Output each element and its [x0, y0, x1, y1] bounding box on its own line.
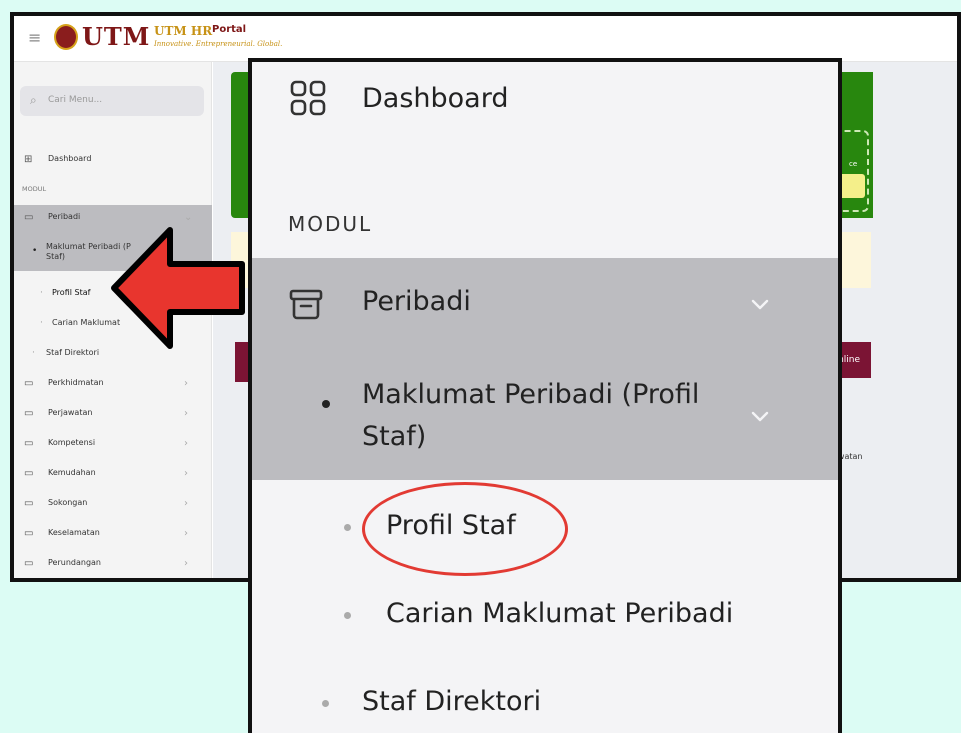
section-label-modul: MODUL: [22, 185, 47, 193]
bullet-icon: [344, 612, 351, 619]
menu-item-peribadi[interactable]: Peribadi: [362, 286, 471, 317]
chevron-down-icon: ⌄: [184, 212, 193, 223]
bullet-icon: ·: [32, 348, 35, 358]
archive-box-icon: ▭: [24, 558, 34, 569]
archive-box-icon: [289, 289, 323, 320]
utm-logo-text: UTM: [82, 22, 151, 51]
chevron-down-icon: [751, 299, 769, 310]
hamburger-icon[interactable]: ≡: [28, 28, 41, 47]
bullet-icon: [322, 400, 330, 408]
archive-box-icon: ▭: [24, 528, 34, 539]
chevron-right-icon: ›: [184, 468, 188, 479]
bullet-icon: [344, 524, 351, 531]
highlight-circle: [362, 482, 568, 576]
grid-icon: [290, 80, 326, 116]
chevron-down-icon: [751, 411, 769, 422]
menu-item-maklumat-peribadi[interactable]: Maklumat Peribadi (Profil Staf): [362, 374, 752, 458]
chevron-right-icon: ›: [184, 378, 188, 389]
portal-header: ≡ UTM UTM HR Portal Innovative. Entrepre…: [14, 16, 957, 62]
bullet-icon: [322, 700, 329, 707]
bullet-icon: ·: [40, 288, 43, 298]
chevron-right-icon: ›: [184, 558, 188, 569]
hr-logo-text: UTM HR: [154, 24, 213, 38]
chevron-right-icon: ›: [184, 438, 188, 449]
chevron-right-icon: ›: [184, 498, 188, 509]
chevron-right-icon: ›: [184, 528, 188, 539]
grid-icon: ⊞: [24, 154, 33, 165]
bullet-icon: •: [32, 246, 38, 256]
archive-box-icon: ▭: [24, 498, 34, 509]
menu-item-dashboard[interactable]: Dashboard: [362, 83, 508, 114]
search-placeholder: Cari Menu...: [48, 95, 103, 105]
menu-item-staf-direktori[interactable]: Staf Direktori: [362, 686, 541, 717]
portal-label: Portal: [212, 24, 247, 35]
archive-box-icon: ▭: [24, 468, 34, 479]
search-icon: ⌕: [30, 93, 37, 107]
chevron-right-icon: ›: [184, 408, 188, 419]
archive-box-icon: ▭: [24, 212, 34, 223]
search-menu-input[interactable]: ⌕ Cari Menu...: [20, 86, 204, 116]
zoomed-sidebar-panel: Dashboard MODUL Peribadi Maklumat Periba…: [248, 58, 842, 733]
red-arrow-pointer: [111, 227, 245, 349]
menu-item-carian-maklumat-peribadi[interactable]: Carian Maklumat Peribadi: [386, 598, 733, 629]
bullet-icon: ·: [40, 318, 43, 328]
archive-box-icon: ▭: [24, 438, 34, 449]
utm-emblem-logo: [54, 24, 78, 50]
archive-box-icon: ▭: [24, 408, 34, 419]
section-label-modul: MODUL: [288, 212, 373, 236]
archive-box-icon: ▭: [24, 378, 34, 389]
card-text-fragment: ce: [849, 160, 858, 168]
logo-tagline: Innovative. Entrepreneurial. Global.: [154, 40, 283, 48]
